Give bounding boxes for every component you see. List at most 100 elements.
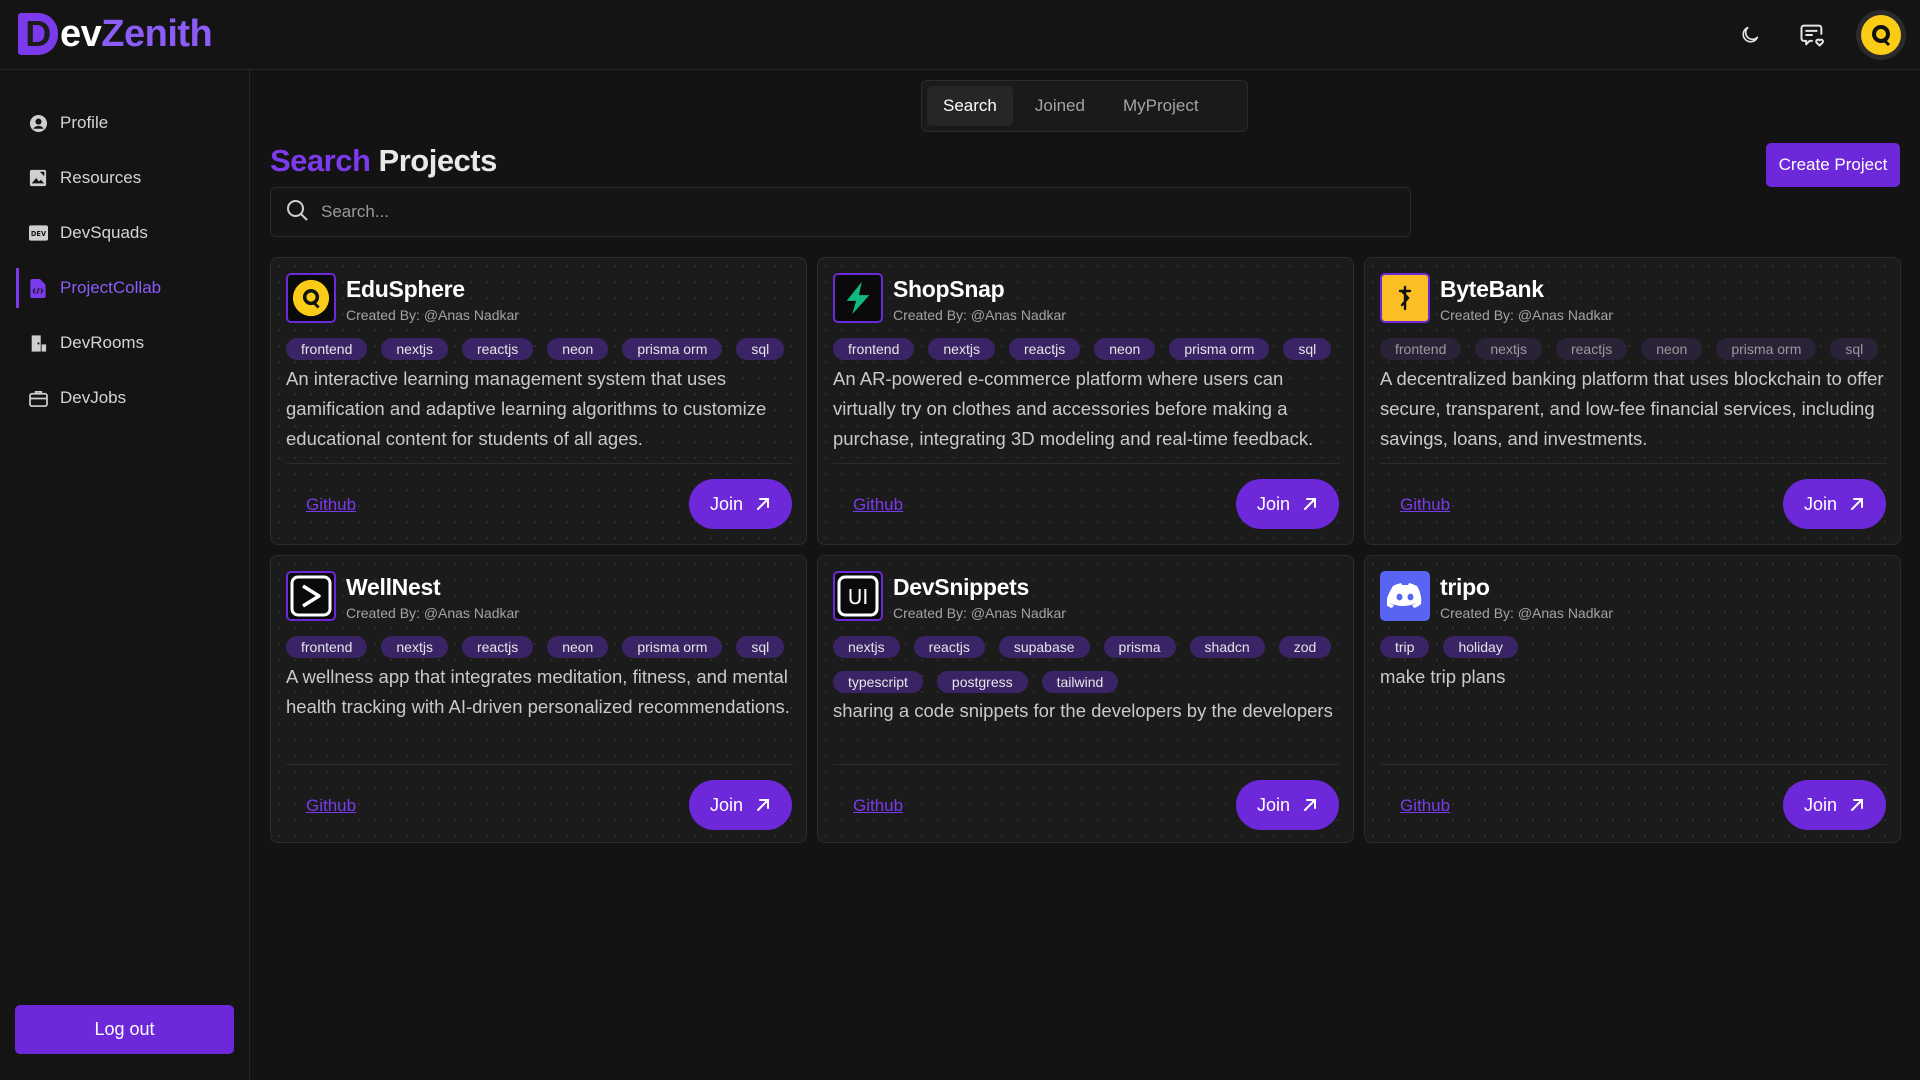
tag: neon (1641, 338, 1703, 360)
shopsnap-logo (833, 273, 883, 323)
github-link[interactable]: Github (306, 796, 356, 816)
moon-icon[interactable] (1732, 17, 1768, 53)
svg-text:DEV: DEV (30, 230, 46, 238)
tag: sql (736, 338, 785, 360)
github-link[interactable]: Github (1400, 796, 1450, 816)
sidebar-item-devrooms[interactable]: DevRooms (16, 323, 236, 363)
divider (833, 463, 1340, 464)
page-title-accent: Search (270, 143, 371, 178)
divider (286, 764, 793, 765)
divider (833, 764, 1340, 765)
github-link[interactable]: Github (1400, 495, 1450, 515)
join-button[interactable]: Join (1783, 479, 1886, 529)
arrow-up-right-icon (1851, 498, 1864, 510)
arrow-up-right-icon (757, 498, 770, 510)
tag: prisma orm (1716, 338, 1817, 360)
top-header: D evZenith (0, 0, 1920, 70)
sidebar-item-resources[interactable]: Resources (16, 158, 236, 198)
arrow-up-right-icon (1304, 498, 1317, 510)
app-logo[interactable]: D evZenith (18, 12, 213, 56)
github-link[interactable]: Github (306, 495, 356, 515)
project-description: An AR-powered e-commerce platform where … (833, 368, 1314, 449)
join-button[interactable]: Join (1783, 780, 1886, 830)
tag: sql (736, 636, 785, 658)
bytebank-logo (1380, 273, 1430, 323)
tag: sql (1283, 338, 1332, 360)
project-title: WellNest (346, 574, 441, 600)
project-author: Created By: @Anas Nadkar (893, 307, 1066, 323)
briefcase-icon (28, 388, 48, 408)
door-icon (28, 333, 48, 353)
logo-mark: D (18, 13, 58, 55)
image-edit-icon (28, 168, 48, 188)
tag: reactjs (1008, 338, 1081, 360)
tag: prisma orm (1169, 338, 1270, 360)
project-description: A decentralized banking platform that us… (1380, 368, 1884, 449)
project-title: ShopSnap (893, 276, 1005, 302)
join-label: Join (1803, 794, 1838, 815)
project-author: Created By: @Anas Nadkar (346, 605, 519, 621)
tag: zod (1278, 636, 1332, 658)
tag: neon (547, 636, 609, 658)
tag: frontend (286, 338, 368, 360)
project-card-wellnest: WellNest Created By: @Anas Nadkar fronte… (270, 555, 807, 843)
project-author: Created By: @Anas Nadkar (346, 307, 519, 323)
project-title: ByteBank (1440, 276, 1544, 302)
join-button[interactable]: Join (1236, 479, 1339, 529)
tag-list: trip holiday (1380, 636, 1890, 658)
sidebar-item-label: DevSquads (60, 223, 148, 242)
edusphere-logo (286, 273, 336, 323)
sidebar-item-devjobs[interactable]: DevJobs (16, 378, 236, 418)
search-input[interactable] (321, 202, 1381, 222)
svg-text:UI: UI (848, 585, 869, 609)
page-title: Search Projects (270, 143, 497, 179)
tab-search[interactable]: Search (927, 86, 1013, 126)
join-label: Join (1256, 794, 1291, 815)
project-author: Created By: @Anas Nadkar (1440, 307, 1613, 323)
sidebar-item-profile[interactable]: Profile (16, 103, 236, 143)
avatar[interactable] (1856, 10, 1906, 60)
create-project-button[interactable]: Create Project (1766, 143, 1900, 187)
join-button[interactable]: Join (689, 479, 792, 529)
tag: prisma orm (622, 338, 723, 360)
sidebar-item-label: DevRooms (60, 333, 145, 352)
divider (286, 463, 793, 464)
logout-button[interactable]: Log out (15, 1005, 234, 1054)
tag: nextjs (833, 636, 900, 658)
logo-accent-text: Zenith (101, 12, 213, 55)
join-button[interactable]: Join (689, 780, 792, 830)
github-link[interactable]: Github (853, 495, 903, 515)
tag: frontend (833, 338, 915, 360)
tag: reactjs (913, 636, 985, 658)
sidebar-item-projectcollab[interactable]: ProjectCollab (16, 268, 236, 308)
github-link[interactable]: Github (853, 796, 903, 816)
tag-list: frontend nextjs reactjs neon prisma orm … (286, 636, 796, 658)
project-card-bytebank: ByteBank Created By: @Anas Nadkar fronte… (1364, 257, 1901, 545)
tag: holiday (1443, 636, 1518, 658)
sidebar-item-devsquads[interactable]: DEV DevSquads (16, 213, 236, 253)
sidebar-item-label: Profile (60, 113, 109, 132)
tag: prisma orm (622, 636, 723, 658)
project-card-edusphere: EduSphere Created By: @Anas Nadkar front… (270, 257, 807, 545)
sidebar: Profile Resources DEV DevSquads ProjectC… (0, 70, 250, 1080)
project-title: DevSnippets (893, 574, 1030, 600)
tab-joined[interactable]: Joined (1019, 86, 1101, 126)
project-description: make trip plans (1380, 666, 1506, 687)
project-author: Created By: @Anas Nadkar (1440, 605, 1613, 621)
chat-heart-icon[interactable] (1794, 17, 1830, 53)
tag: frontend (1380, 338, 1462, 360)
project-card-tripo: tripo Created By: @Anas Nadkar trip holi… (1364, 555, 1901, 843)
project-author: Created By: @Anas Nadkar (893, 605, 1066, 621)
tag: reactjs (461, 636, 534, 658)
tag: reactjs (461, 338, 534, 360)
tripo-logo (1380, 571, 1430, 621)
tag: sql (1830, 338, 1879, 360)
tag: nextjs (928, 338, 995, 360)
tag: reactjs (1555, 338, 1628, 360)
tag: frontend (286, 636, 368, 658)
project-card-shopsnap: ShopSnap Created By: @Anas Nadkar fronte… (817, 257, 1354, 545)
page-title-rest: Projects (378, 143, 498, 178)
tab-myproject[interactable]: MyProject (1107, 86, 1215, 126)
join-button[interactable]: Join (1236, 780, 1339, 830)
devsnippets-logo: UI (833, 571, 883, 621)
